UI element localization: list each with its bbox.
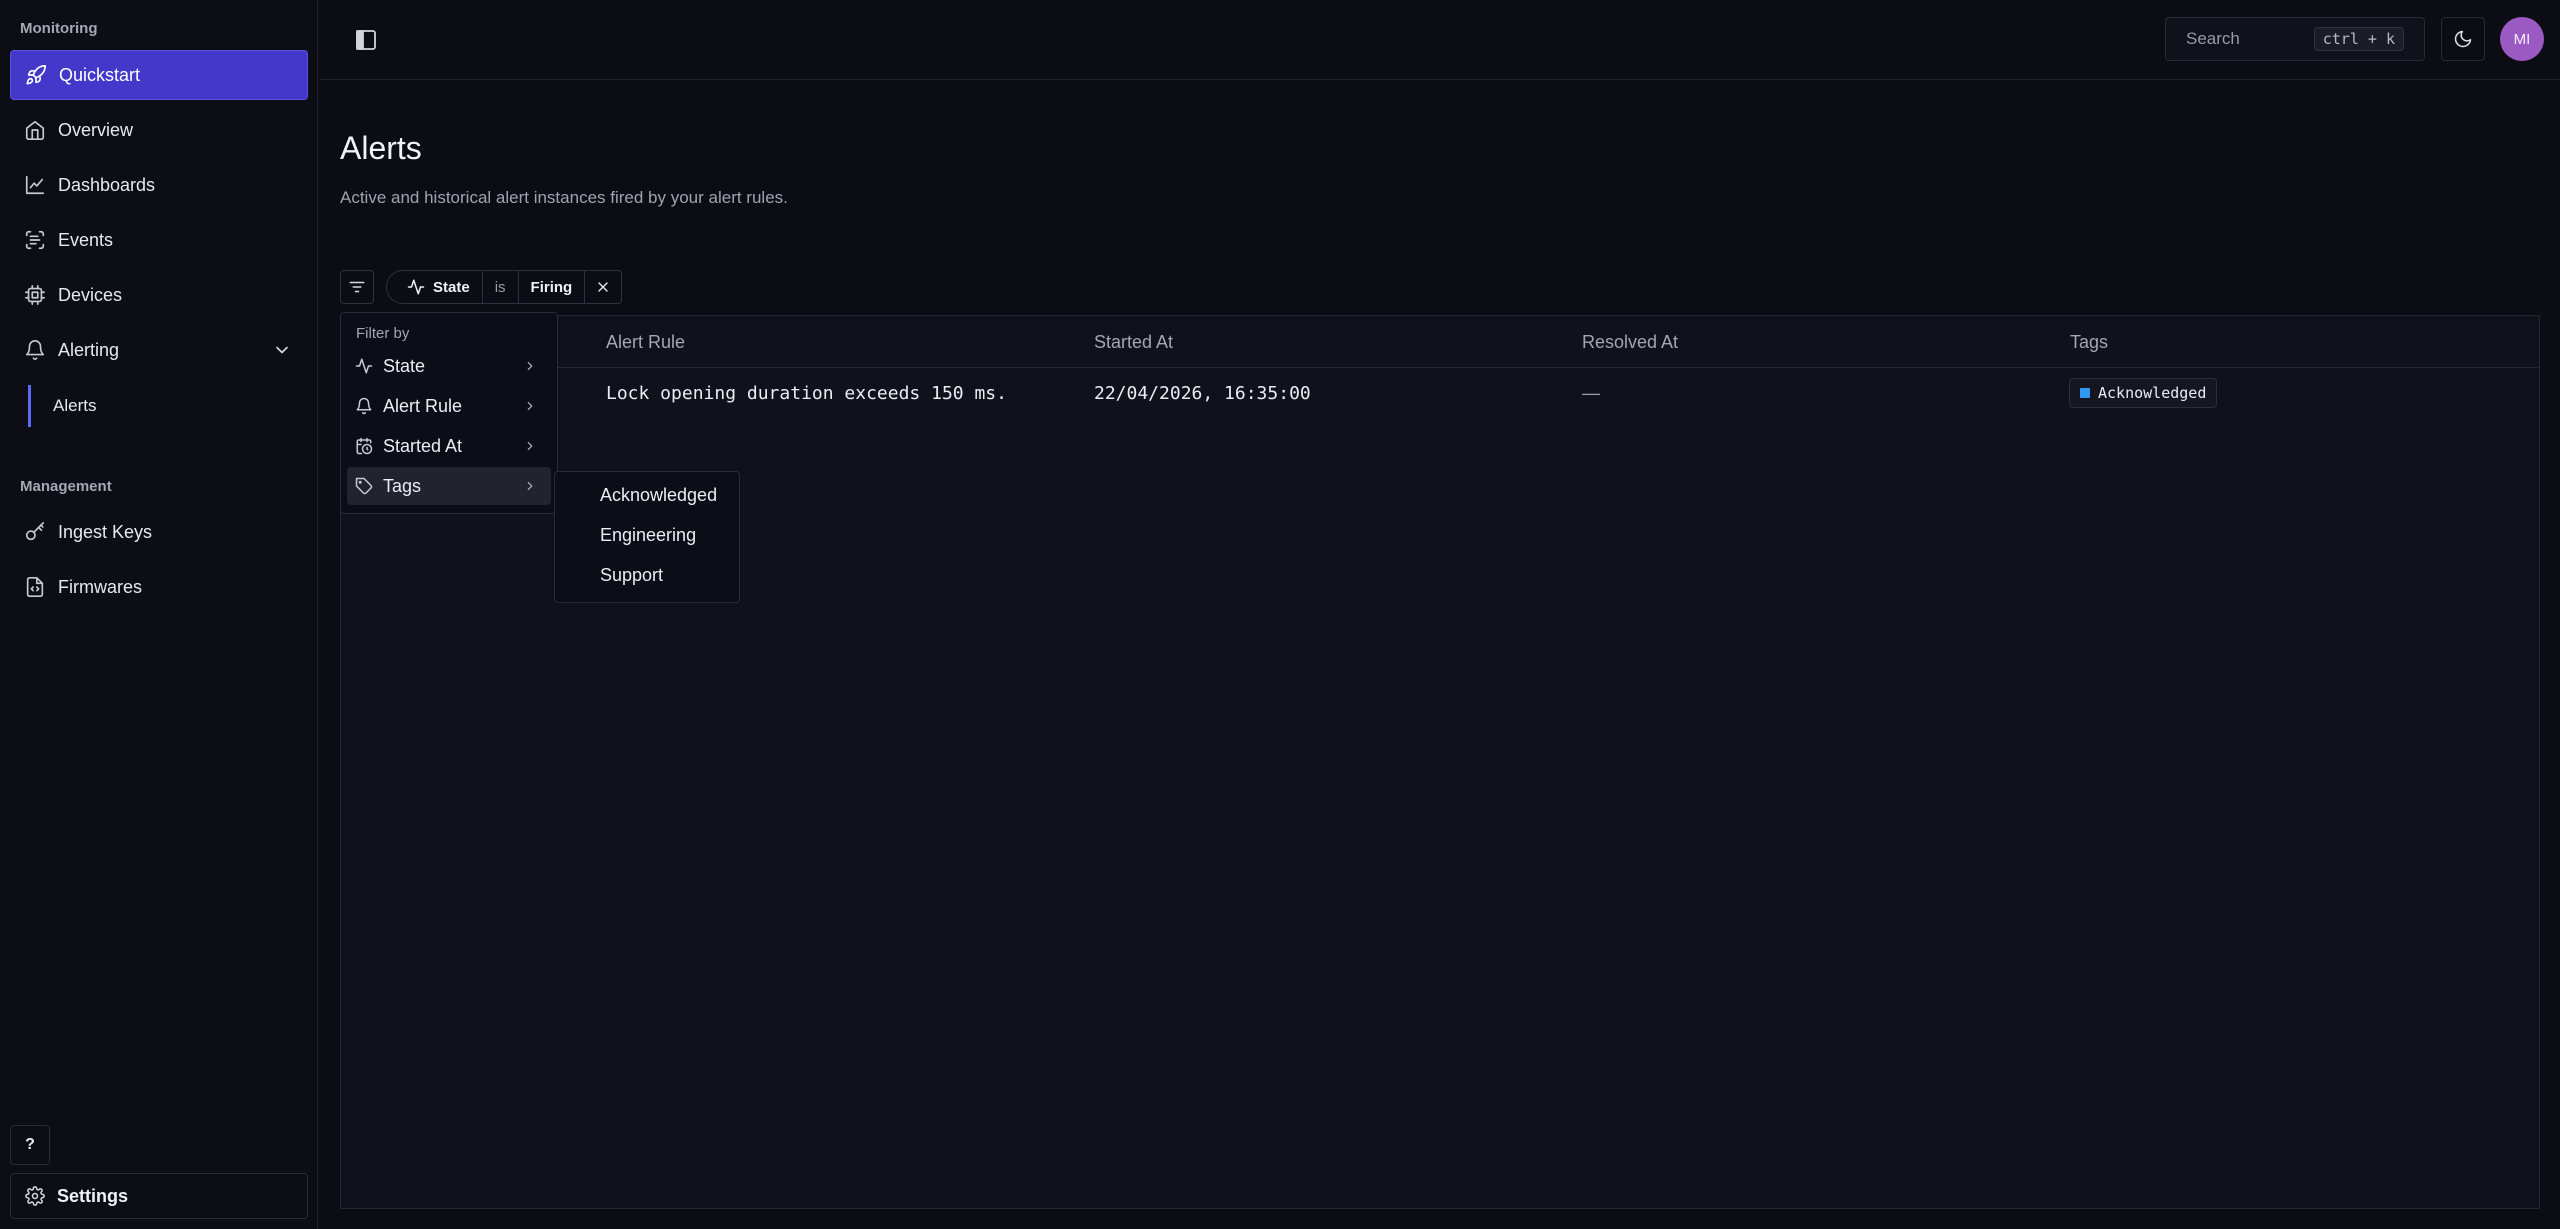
filter-menu: Filter by State Alert Rule Started At Ta… — [340, 312, 558, 514]
calendar-clock-icon — [356, 437, 373, 455]
cell-alert-rule: Lock opening duration exceeds 150 ms. — [606, 383, 1007, 404]
topbar: Search ctrl + k MI — [319, 0, 2560, 80]
sidebar: Monitoring Quickstart Overview Dashboard… — [0, 0, 318, 1229]
scan-text-icon — [25, 230, 45, 250]
sidebar-item-label: Dashboards — [58, 174, 156, 195]
moon-icon — [2454, 30, 2472, 48]
help-button[interactable]: ? — [10, 1125, 50, 1165]
tags-submenu: Acknowledged Engineering Support — [554, 471, 740, 603]
table-header: Alert Rule Started At Resolved At Tags — [341, 316, 2539, 368]
gear-icon — [25, 1186, 45, 1206]
filter-chip-operator[interactable]: is — [483, 271, 519, 303]
section-label-management: Management — [20, 478, 112, 495]
filter-menu-item-label: Started At — [383, 435, 463, 456]
filter-chip-field[interactable]: State — [387, 271, 483, 303]
sidebar-item-label: Ingest Keys — [58, 521, 153, 542]
search-placeholder: Search — [2186, 29, 2240, 48]
sidebar-item-devices[interactable]: Devices — [10, 270, 308, 320]
sidebar-item-alerting[interactable]: Alerting — [10, 325, 308, 375]
search-input[interactable]: Search ctrl + k — [2165, 17, 2425, 61]
sidebar-item-dashboards[interactable]: Dashboards — [10, 160, 308, 210]
filter-menu-header: Filter by — [356, 325, 410, 342]
close-icon — [598, 282, 608, 292]
sidebar-item-label: Events — [58, 229, 114, 250]
filter-chip[interactable]: State is Firing — [386, 270, 623, 304]
column-header-resolved-at[interactable]: Resolved At — [1582, 332, 1678, 353]
chevron-right-icon — [527, 441, 533, 451]
rocket-icon — [26, 65, 46, 85]
filter-menu-item-label: Alert Rule — [383, 395, 463, 416]
chevron-right-icon — [527, 361, 533, 371]
cell-resolved-at: — — [1582, 383, 1600, 403]
chevron-down-icon[interactable] — [272, 340, 292, 360]
column-header-alert-rule[interactable]: Alert Rule — [606, 332, 685, 353]
sidebar-item-label: Devices — [58, 284, 123, 305]
file-code-icon — [26, 577, 44, 597]
chevron-right-icon — [527, 401, 533, 411]
sidebar-item-label: Alerting — [58, 339, 120, 360]
filter-menu-item-tags[interactable]: Tags — [347, 467, 551, 505]
filter-menu-item-started-at[interactable]: Started At — [347, 427, 551, 465]
filter-menu-item-state[interactable]: State — [347, 347, 551, 385]
bell-icon — [25, 340, 45, 361]
cpu-icon — [25, 285, 45, 305]
filter-chip-value[interactable]: Firing — [519, 271, 586, 303]
theme-toggle-button[interactable] — [2441, 17, 2485, 61]
bell-icon — [356, 397, 372, 415]
sidebar-item-quickstart[interactable]: Quickstart — [10, 50, 308, 100]
filter-menu-item-label: Tags — [383, 475, 422, 496]
filter-menu-item-alert-rule[interactable]: Alert Rule — [347, 387, 551, 425]
sidebar-item-overview[interactable]: Overview — [10, 105, 308, 155]
filter-lines-icon — [349, 281, 365, 293]
settings-button[interactable]: Settings — [10, 1173, 308, 1219]
sidebar-item-events[interactable]: Events — [10, 215, 308, 265]
tag-option-support[interactable]: Support — [600, 565, 663, 586]
cell-started-at: 22/04/2026, 16:35:00 — [1094, 383, 1311, 404]
chevron-right-icon — [527, 481, 533, 491]
sidebar-item-firmwares[interactable]: Firmwares — [10, 562, 308, 612]
key-icon — [25, 522, 45, 541]
tag-label: Acknowledged — [2098, 384, 2207, 402]
filter-menu-item-label: State — [383, 355, 426, 376]
tag-option-acknowledged[interactable]: Acknowledged — [600, 485, 717, 506]
filter-button[interactable] — [340, 270, 374, 304]
alerts-table: Alert Rule Started At Resolved At Tags L… — [340, 315, 2540, 1209]
settings-label: Settings — [57, 1185, 129, 1206]
column-header-started-at[interactable]: Started At — [1094, 332, 1173, 353]
sidebar-item-alerts[interactable]: Alerts — [28, 385, 298, 427]
home-icon — [25, 120, 45, 140]
remove-filter-button[interactable] — [585, 271, 621, 303]
filter-chip-field-label: State — [433, 278, 470, 296]
column-header-tags[interactable]: Tags — [2070, 332, 2108, 353]
page-subtitle: Active and historical alert instances fi… — [340, 188, 788, 207]
sidebar-item-label: Alerts — [53, 396, 97, 415]
sidebar-item-label: Quickstart — [59, 64, 141, 85]
panel-left-icon[interactable] — [354, 28, 378, 52]
page-title: Alerts — [340, 130, 422, 166]
activity-icon — [355, 358, 373, 374]
avatar[interactable]: MI — [2500, 17, 2544, 61]
sidebar-item-ingest-keys[interactable]: Ingest Keys — [10, 507, 308, 557]
tag-icon — [355, 477, 373, 495]
tag-option-engineering[interactable]: Engineering — [600, 525, 696, 546]
tag-badge: Acknowledged — [2069, 378, 2218, 408]
line-chart-icon — [25, 175, 45, 195]
sidebar-item-label: Firmwares — [58, 576, 142, 597]
activity-icon — [407, 279, 425, 295]
tag-color-swatch — [2080, 388, 2090, 398]
search-shortcut: ctrl + k — [2313, 27, 2404, 51]
section-label-monitoring: Monitoring — [20, 20, 98, 37]
sidebar-item-label: Overview — [58, 119, 134, 140]
